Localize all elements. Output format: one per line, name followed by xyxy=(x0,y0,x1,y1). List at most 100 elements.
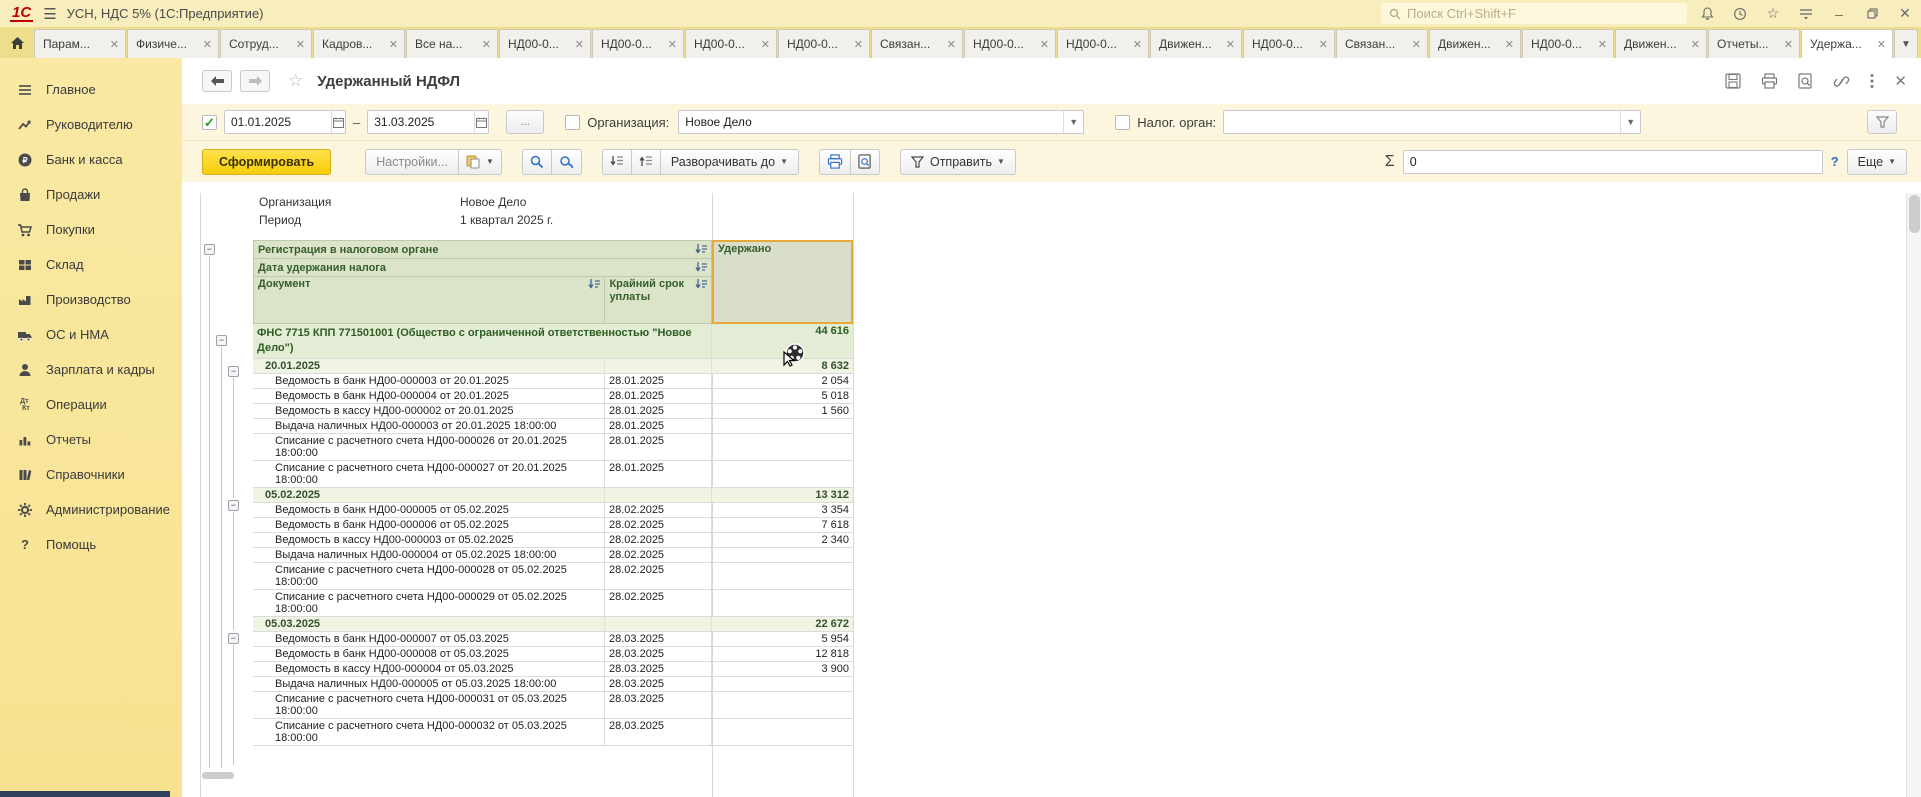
organization-combo[interactable]: Новое Дело ▼ xyxy=(678,110,1084,134)
tab-4[interactable]: Все на...✕ xyxy=(406,29,498,58)
tab-close-icon[interactable]: ✕ xyxy=(1226,38,1235,51)
tab-close-icon[interactable]: ✕ xyxy=(296,38,305,51)
document-row[interactable]: Ведомость в банк НД00-000006 от 05.02.20… xyxy=(253,518,853,533)
document-row[interactable]: Выдача наличных НД00-000005 от 05.03.202… xyxy=(253,677,853,692)
deadline-cell[interactable]: 28.01.2025 xyxy=(605,389,712,403)
deadline-cell[interactable]: 28.02.2025 xyxy=(605,548,712,562)
date-group-row[interactable]: 05.03.202522 672 xyxy=(253,617,853,632)
organization-checkbox[interactable] xyxy=(565,115,580,130)
date-to-field[interactable] xyxy=(367,110,489,134)
deadline-cell[interactable]: 28.03.2025 xyxy=(605,719,712,745)
tab-16[interactable]: НД00-0...✕ xyxy=(1522,29,1614,58)
sidebar-item-2[interactable]: ₽Банк и касса xyxy=(0,142,182,177)
vertical-scrollbar[interactable] xyxy=(1906,193,1921,797)
sum-field[interactable] xyxy=(1403,150,1823,174)
document-cell[interactable]: Ведомость в банк НД00-000004 от 20.01.20… xyxy=(253,389,605,403)
sort-icon[interactable] xyxy=(588,279,601,290)
date-group-total[interactable]: 22 672 xyxy=(712,617,853,631)
document-row[interactable]: Списание с расчетного счета НД00-000026 … xyxy=(253,434,853,461)
document-row[interactable]: Списание с расчетного счета НД00-000032 … xyxy=(253,719,853,746)
document-row[interactable]: Списание с расчетного счета НД00-000031 … xyxy=(253,692,853,719)
amount-cell[interactable] xyxy=(712,548,853,562)
document-row[interactable]: Выдача наличных НД00-000003 от 20.01.202… xyxy=(253,419,853,434)
document-row[interactable]: Ведомость в банк НД00-000005 от 05.02.20… xyxy=(253,503,853,518)
amount-cell[interactable] xyxy=(712,563,853,589)
date-group-row[interactable]: 20.01.20258 632 xyxy=(253,359,853,374)
amount-cell[interactable]: 12 818 xyxy=(712,647,853,661)
deadline-cell[interactable]: 28.01.2025 xyxy=(605,461,712,487)
deadline-cell[interactable]: 28.01.2025 xyxy=(605,374,712,388)
period-ellipsis-button[interactable]: ... xyxy=(506,110,544,134)
deadline-cell[interactable]: 28.01.2025 xyxy=(605,434,712,460)
tab-close-icon[interactable]: ✕ xyxy=(575,38,584,51)
vertical-scrollbar-thumb[interactable] xyxy=(1909,195,1920,233)
amount-cell[interactable] xyxy=(712,419,853,433)
tax-authority-combo[interactable]: ▼ xyxy=(1223,110,1641,134)
favorite-star-icon[interactable]: ☆ xyxy=(288,71,303,91)
deadline-cell[interactable]: 28.03.2025 xyxy=(605,647,712,661)
document-cell[interactable]: Списание с расчетного счета НД00-000031 … xyxy=(253,692,605,718)
tab-19[interactable]: Удержа...✕ xyxy=(1801,29,1893,58)
sidebar-item-5[interactable]: Склад xyxy=(0,247,182,282)
service-menu-icon[interactable] xyxy=(1798,6,1814,22)
tab-12[interactable]: Движен...✕ xyxy=(1150,29,1242,58)
deadline-cell[interactable]: 28.02.2025 xyxy=(605,503,712,517)
sidebar-item-8[interactable]: Зарплата и кадры xyxy=(0,352,182,387)
generate-button[interactable]: Сформировать xyxy=(202,149,331,175)
deadline-cell[interactable]: 28.02.2025 xyxy=(605,518,712,532)
document-row[interactable]: Списание с расчетного счета НД00-000027 … xyxy=(253,461,853,488)
sidebar-item-0[interactable]: Главное xyxy=(0,72,182,107)
amount-cell[interactable]: 5 954 xyxy=(712,632,853,646)
date-group-total[interactable]: 8 632 xyxy=(712,359,853,373)
tab-close-icon[interactable]: ✕ xyxy=(203,38,212,51)
save-icon[interactable] xyxy=(1725,73,1741,89)
sum-input[interactable] xyxy=(1404,155,1822,169)
tab-close-icon[interactable]: ✕ xyxy=(482,38,491,51)
document-cell[interactable]: Ведомость в банк НД00-000008 от 05.03.20… xyxy=(253,647,605,661)
deadline-cell[interactable]: 28.02.2025 xyxy=(605,590,712,616)
main-menu-icon[interactable]: ☰ xyxy=(43,5,56,23)
help-button[interactable]: ? xyxy=(1831,154,1839,169)
print-button[interactable] xyxy=(819,149,851,175)
amount-cell[interactable]: 2 054 xyxy=(712,374,853,388)
sidebar-item-7[interactable]: ОС и НМА xyxy=(0,317,182,352)
expand-groups-button[interactable] xyxy=(631,149,661,175)
amount-cell[interactable]: 7 618 xyxy=(712,518,853,532)
tab-7[interactable]: НД00-0...✕ xyxy=(685,29,777,58)
calendar-icon[interactable] xyxy=(331,111,345,133)
tab-5[interactable]: НД00-0...✕ xyxy=(499,29,591,58)
date-from-field[interactable] xyxy=(224,110,346,134)
deadline-cell[interactable]: 28.03.2025 xyxy=(605,662,712,676)
tab-1[interactable]: Физиче...✕ xyxy=(127,29,219,58)
header-document[interactable]: Документ xyxy=(254,277,604,323)
outline-collapse-date-3[interactable]: − xyxy=(228,633,239,644)
sidebar-item-3[interactable]: Продажи xyxy=(0,177,182,212)
sort-icon[interactable] xyxy=(695,262,708,273)
document-cell[interactable]: Ведомость в кассу НД00-000003 от 05.02.2… xyxy=(253,533,605,547)
tab-10[interactable]: НД00-0...✕ xyxy=(964,29,1056,58)
amount-cell[interactable] xyxy=(712,719,853,745)
deadline-cell[interactable]: 28.03.2025 xyxy=(605,692,712,718)
filter-funnel-button[interactable] xyxy=(1867,110,1897,134)
print-icon[interactable] xyxy=(1761,73,1778,89)
chevron-down-icon[interactable]: ▼ xyxy=(1063,111,1083,133)
group-total[interactable]: 44 616 xyxy=(712,324,853,358)
document-cell[interactable]: Выдача наличных НД00-000005 от 05.03.202… xyxy=(253,677,605,691)
amount-cell[interactable]: 5 018 xyxy=(712,389,853,403)
back-button[interactable] xyxy=(202,70,232,92)
tab-close-icon[interactable]: ✕ xyxy=(1319,38,1328,51)
tab-18[interactable]: Отчеты...✕ xyxy=(1708,29,1800,58)
document-cell[interactable]: Ведомость в банк НД00-000006 от 05.02.20… xyxy=(253,518,605,532)
tab-13[interactable]: НД00-0...✕ xyxy=(1243,29,1335,58)
sidebar-item-9[interactable]: Дт КтОперации xyxy=(0,387,182,422)
settings-button[interactable]: Настройки... xyxy=(365,149,459,175)
document-cell[interactable]: Ведомость в кассу НД00-000002 от 20.01.2… xyxy=(253,404,605,418)
date-from-input[interactable] xyxy=(225,115,331,129)
outline-collapse-group-fns[interactable]: − xyxy=(216,335,227,346)
tab-close-icon[interactable]: ✕ xyxy=(1040,38,1049,51)
header-withheld-selected-cell[interactable]: Удержано xyxy=(712,240,853,324)
tab-close-icon[interactable]: ✕ xyxy=(1505,38,1514,51)
document-cell[interactable]: Списание с расчетного счета НД00-000029 … xyxy=(253,590,605,616)
amount-cell[interactable] xyxy=(712,590,853,616)
sidebar-item-10[interactable]: Отчеты xyxy=(0,422,182,457)
